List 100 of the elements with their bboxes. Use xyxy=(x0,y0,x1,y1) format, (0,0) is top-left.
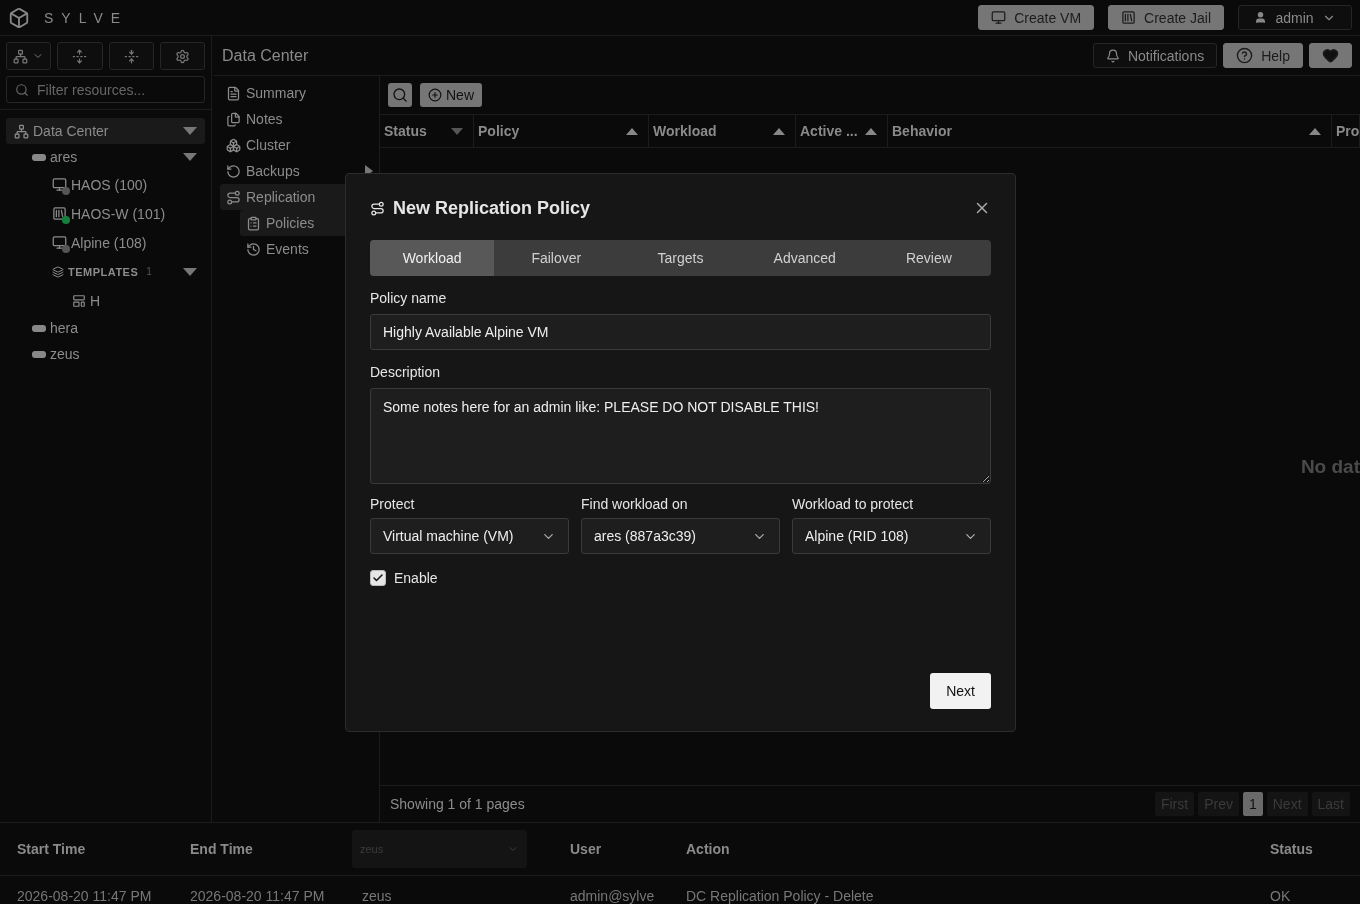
nav-item[interactable]: Backups xyxy=(220,158,373,184)
select-field[interactable]: ares (887a3c39) xyxy=(581,518,780,554)
template-icon xyxy=(72,293,86,308)
count-label: 1 xyxy=(146,266,152,277)
tree-item[interactable]: zeus xyxy=(6,341,205,367)
tree-item[interactable]: HAOS (100) xyxy=(6,170,205,199)
notifications-button[interactable]: Notifications xyxy=(1092,43,1218,68)
tree-label: HAOS (100) xyxy=(71,176,148,193)
tree-label: HAOS-W (101) xyxy=(71,205,166,222)
plus-icon xyxy=(428,88,442,102)
cluster-icon xyxy=(226,137,241,153)
settings-button[interactable] xyxy=(159,42,205,70)
sort-down-icon[interactable] xyxy=(451,127,463,135)
field-label: Protect xyxy=(370,496,416,512)
field-label: Find workload on xyxy=(581,496,689,512)
monitor-icon xyxy=(52,177,67,192)
heart-button[interactable] xyxy=(1309,43,1352,68)
jail-icon xyxy=(1121,10,1137,25)
policy-name-field[interactable]: Highly Available Alpine VM xyxy=(370,314,991,350)
next-button[interactable]: Next xyxy=(930,673,991,709)
create-button[interactable]: Create VM xyxy=(978,5,1095,30)
caret-icon[interactable] xyxy=(183,127,197,135)
server-icon xyxy=(32,153,46,161)
field-label: Policy name xyxy=(370,290,448,306)
monitor-icon xyxy=(52,235,67,250)
column-header[interactable]: Workload xyxy=(649,115,796,147)
field-label: Workload to protect xyxy=(792,496,915,512)
server-icon xyxy=(32,350,46,358)
tree-item[interactable]: Data Center xyxy=(6,118,205,144)
select-field[interactable]: Alpine (RID 108) xyxy=(792,518,991,554)
column-header: End Time xyxy=(190,841,254,858)
tree-label: H xyxy=(90,292,101,309)
tree-item[interactable]: Alpine (108) xyxy=(6,228,205,257)
tree-item[interactable]: TEMPLATES 1 xyxy=(6,257,205,286)
user-icon xyxy=(1254,11,1268,24)
page-button[interactable]: 1 xyxy=(1242,792,1263,816)
tree-label: TEMPLATES xyxy=(68,265,139,278)
tab[interactable]: Advanced xyxy=(742,240,867,276)
jail-icon xyxy=(52,206,67,221)
column-header[interactable]: Behavior xyxy=(888,115,1332,147)
tab[interactable]: Review xyxy=(866,240,991,276)
tree-item[interactable]: hera xyxy=(6,315,205,341)
network-icon xyxy=(13,48,29,64)
expand-button[interactable] xyxy=(57,42,103,70)
caret-icon[interactable] xyxy=(183,267,197,276)
search-field[interactable]: Filter resources... xyxy=(6,76,205,103)
tab[interactable]: Workload xyxy=(370,240,495,276)
tab[interactable]: Failover xyxy=(494,240,619,276)
table-cell-text: zeus xyxy=(362,888,393,904)
sort-up-icon[interactable] xyxy=(1309,127,1321,135)
backup-icon xyxy=(226,163,241,179)
sort-up-icon[interactable] xyxy=(865,127,877,135)
logo-icon xyxy=(8,6,30,29)
brand-name: SYLVE xyxy=(44,9,129,26)
tree-item[interactable]: ares xyxy=(6,144,205,170)
column-header: Start Time xyxy=(17,841,87,858)
sort-up-icon[interactable] xyxy=(626,127,638,135)
search-icon xyxy=(15,82,29,97)
table-cell-text: 2026-08-20 11:47 PM xyxy=(17,888,153,904)
checkbox-label: Enable xyxy=(394,570,438,586)
clipboard-icon xyxy=(246,215,261,231)
nav-item[interactable]: Cluster xyxy=(220,132,373,158)
check-icon xyxy=(372,572,384,584)
create-button[interactable]: Create Jail xyxy=(1108,5,1224,30)
collapse-icon xyxy=(123,48,139,64)
nav-item[interactable]: Events xyxy=(240,236,373,262)
search-button[interactable] xyxy=(388,83,412,107)
sort-up-icon[interactable] xyxy=(773,127,785,135)
column-header[interactable]: Active ... xyxy=(796,115,888,147)
column-header[interactable]: Policy xyxy=(474,115,649,147)
column-header: User xyxy=(570,841,603,858)
help-icon xyxy=(1236,47,1254,64)
checkbox[interactable] xyxy=(370,570,386,586)
nav-item[interactable]: Summary xyxy=(220,80,373,106)
table-cell-text: 2026-08-20 11:47 PM xyxy=(190,888,326,904)
document-icon xyxy=(226,85,241,101)
tab[interactable]: Targets xyxy=(618,240,743,276)
page-info: Showing 1 of 1 pages xyxy=(390,796,525,812)
bell-icon xyxy=(1105,48,1120,63)
files-icon xyxy=(226,111,241,127)
settings-icon xyxy=(174,48,190,64)
dialog-title: New Replication Policy xyxy=(393,197,591,219)
tree-item[interactable]: HAOS-W (101) xyxy=(6,199,205,228)
tree-item[interactable]: H xyxy=(6,286,205,315)
select-field[interactable]: Virtual machine (VM) xyxy=(370,518,569,554)
expand-icon xyxy=(72,48,88,64)
column-header: Status xyxy=(1270,841,1314,858)
description-field[interactable]: Some notes here for an admin like: PLEASE DO NOT DISABLE THIS! xyxy=(370,388,991,484)
tree-view-button[interactable] xyxy=(6,42,52,70)
collapse-button[interactable] xyxy=(108,42,154,70)
caret-icon[interactable] xyxy=(183,153,197,161)
user-menu[interactable]: admin xyxy=(1238,5,1352,30)
table-cell-text: DC Replication Policy - Delete xyxy=(686,888,875,904)
tree-label: zeus xyxy=(50,346,80,362)
column-header[interactable]: Status xyxy=(380,115,474,147)
nav-item[interactable]: Notes xyxy=(220,106,373,132)
column-header[interactable]: Pro xyxy=(1332,115,1360,147)
help-button[interactable]: Help xyxy=(1223,43,1303,68)
column-header: Action xyxy=(686,841,731,858)
new-button[interactable]: New xyxy=(420,83,482,107)
